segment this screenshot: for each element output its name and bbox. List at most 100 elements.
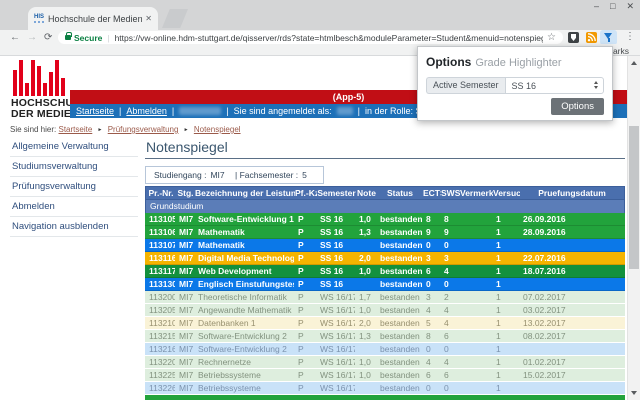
breadcrumb-arrow-icon: ►: [183, 127, 189, 133]
table-cell: 1: [496, 279, 501, 289]
table-cell: 28.09.2016: [523, 227, 566, 237]
table-cell: 0: [426, 344, 431, 354]
page-scrollbar[interactable]: [627, 56, 640, 400]
table-cell: MI7: [179, 344, 194, 354]
table-cell: 113226: [149, 383, 175, 393]
table-cell: [519, 278, 625, 290]
active-semester-label: Active Semester: [426, 77, 505, 94]
table-row[interactable]: 113200 MI7 Theoretische Informatik P WS 16/1…: [145, 291, 625, 304]
shield-extension-icon[interactable]: [568, 32, 579, 43]
table-row[interactable]: 113106 MI7 Mathematik P SS 16 1,3 bestanden 9 9 1…: [145, 226, 625, 239]
sidebar-item[interactable]: Prüfungsverwaltung: [10, 177, 138, 197]
table-row[interactable]: 113107 MI7 Mathematik P SS 16 bestanden 0 0 1: [145, 239, 625, 252]
table-cell: MI7: [179, 357, 194, 367]
table-cell: 0: [444, 279, 449, 289]
address-bar[interactable]: Secure | https://vw-online.hdm-stuttgart…: [58, 31, 563, 44]
table-cell: 9: [444, 227, 449, 237]
table-cell: Theoretische Informatik: [198, 292, 287, 302]
table-cell: 0: [444, 383, 449, 393]
column-header: SWS: [441, 188, 460, 198]
table-cell: [519, 382, 625, 394]
options-button[interactable]: Options: [551, 98, 604, 115]
bookmark-star-icon[interactable]: ☆: [547, 32, 556, 43]
page-title: Notenspiegel: [146, 139, 228, 155]
rss-extension-icon[interactable]: [586, 32, 597, 43]
table-header-row: Pr.-Nr. Stg. Bezeichnung der Leistung Pf.-K…: [145, 186, 625, 200]
url-text[interactable]: https://vw-online.hdm-stuttgart.de/qisse…: [115, 33, 543, 43]
table-cell: 18.07.2016: [523, 266, 566, 276]
column-header: Bezeichnung der Leistung: [195, 188, 295, 198]
his-favicon-icon: HIS: [34, 14, 45, 23]
sidebar-item[interactable]: Navigation ausblenden: [10, 217, 138, 237]
table-cell: 0: [426, 240, 431, 250]
active-semester-select[interactable]: SS 16: [504, 77, 604, 94]
scroll-down-icon[interactable]: [631, 391, 637, 395]
table-cell: MI7: [179, 279, 194, 289]
scrollbar-thumb[interactable]: [629, 126, 639, 269]
sidebar-item[interactable]: Abmelden: [10, 197, 138, 217]
table-cell: [355, 239, 376, 251]
table-row[interactable]: 113105 MI7 Software-Entwicklung 1 P SS 16 1,0…: [145, 213, 625, 226]
table-cell: 1: [496, 318, 501, 328]
table-row[interactable]: 113117 MI7 Web Development P SS 16 1,0 bestand…: [145, 265, 625, 278]
table-cell: bestanden: [380, 357, 420, 367]
table-row[interactable]: 113205 MI7 Angewandte Mathematik P WS 16/17 1…: [145, 304, 625, 317]
table-row[interactable]: 113116 MI7 Digital Media Technologie P SS 16…: [145, 252, 625, 265]
column-header: Pruefungsdatum: [538, 188, 606, 198]
table-cell: Mathematik: [198, 227, 245, 237]
breadcrumb-link[interactable]: Prüfungsverwaltung: [108, 125, 179, 134]
column-header: ECTS: [423, 188, 441, 198]
table-cell: bestanden: [380, 370, 420, 380]
minimize-button[interactable]: –: [594, 1, 599, 12]
table-cell: Angewandte Mathematik: [198, 305, 292, 315]
reload-icon[interactable]: ⟳: [44, 31, 52, 44]
breadcrumb-link[interactable]: Startseite: [58, 125, 92, 134]
table-cell: 0: [426, 279, 431, 289]
nav-startseite-link[interactable]: Startseite: [76, 104, 114, 118]
column-header: Stg.: [177, 188, 194, 198]
maximize-button[interactable]: □: [610, 1, 615, 12]
table-cell: P: [298, 227, 304, 237]
table-cell: 1,0: [359, 370, 371, 380]
table-cell: 113200: [149, 292, 175, 302]
table-cell: [355, 343, 376, 355]
table-cell: 1: [496, 266, 501, 276]
sidebar-item[interactable]: Allgemeine Verwaltung: [10, 137, 138, 157]
table-row[interactable]: 113226 MI7 Betriebssysteme P WS 16/17 bestand…: [145, 382, 625, 395]
sidebar-item[interactable]: Studiumsverwaltung: [10, 157, 138, 177]
browser-menu-icon[interactable]: ⋮: [625, 31, 635, 42]
grade-highlighter-extension-icon[interactable]: [600, 30, 617, 45]
table-cell: bestanden: [380, 305, 420, 315]
table-cell: 01.02.2017: [523, 357, 566, 367]
breadcrumb-link[interactable]: Notenspiegel: [194, 125, 241, 134]
studiengang-value: MI7: [210, 170, 225, 180]
scroll-up-icon[interactable]: [631, 61, 637, 65]
logged-in-label: Sie sind angemeldet als:: [233, 106, 332, 116]
fachsemester-label: | Fachsemester :: [235, 170, 299, 180]
browser-tab[interactable]: HIS Hochschule der Medien ✕: [28, 7, 158, 30]
nav-separator: |: [226, 106, 229, 116]
table-cell: 4: [444, 266, 449, 276]
table-cell: 07.02.2017: [523, 292, 566, 302]
table-row[interactable]: 113225 MI7 Betriebssysteme P WS 16/17 1,0 best…: [145, 369, 625, 382]
select-arrows-icon: [594, 81, 598, 89]
table-row[interactable]: 113130 MI7 Englisch Einstufungstest P SS 16 b…: [145, 278, 625, 291]
table-row[interactable]: 113210 MI7 Datenbanken 1 P WS 16/17 2,0 bestan…: [145, 317, 625, 330]
close-window-button[interactable]: ✕: [626, 1, 634, 12]
table-row[interactable]: 113215 MI7 Software-Entwicklung 2 P WS 16/17…: [145, 330, 625, 343]
table-cell: Web Development: [198, 266, 272, 276]
table-cell: 4: [426, 305, 431, 315]
tab-close-icon[interactable]: ✕: [145, 14, 152, 23]
table-cell: 6: [426, 266, 431, 276]
nav-abmelden-link[interactable]: Abmelden: [126, 104, 167, 118]
table-row[interactable]: 113216 MI7 Software-Entwicklung 2 P WS 16/17…: [145, 343, 625, 356]
column-header: Versuch: [493, 188, 520, 198]
table-cell: MI7: [179, 227, 194, 237]
tab-title: Hochschule der Medien: [48, 13, 143, 24]
back-icon[interactable]: ←: [10, 31, 20, 44]
new-tab-button[interactable]: [162, 9, 188, 28]
table-row[interactable]: 113220 MI7 Rechnernetze P WS 16/17 1,0 bestand…: [145, 356, 625, 369]
breadcrumb: Sie sind hier: Startseite ► Prüfungsverw…: [10, 125, 241, 134]
breadcrumb-arrow-icon: ►: [97, 127, 103, 133]
grades-table: Pr.-Nr. Stg. Bezeichnung der Leistung Pf.-K…: [145, 186, 625, 395]
